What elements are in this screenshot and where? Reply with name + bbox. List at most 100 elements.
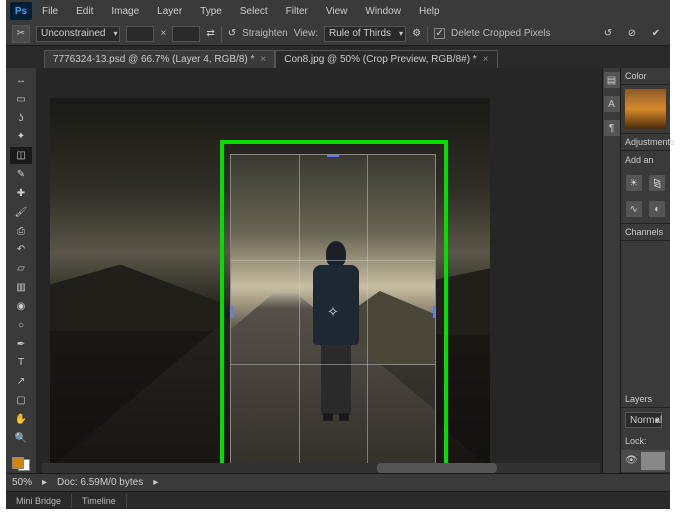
menu-image[interactable]: Image — [103, 3, 147, 20]
status-bar: 50% ▸ Doc: 6.59M/0 bytes ▸ — [6, 473, 670, 491]
crop-box[interactable]: ✧ — [230, 154, 436, 470]
adjustment-curves-icon[interactable]: ∿ — [626, 201, 642, 217]
wand-tool[interactable]: ✦ — [10, 128, 32, 145]
menu-bar: Ps File Edit Image Layer Type Select Fil… — [6, 0, 670, 22]
crop-handle-top-left[interactable] — [230, 154, 243, 167]
menu-edit[interactable]: Edit — [68, 3, 101, 20]
right-panel-dock: Color Adjustments Add an ☀ ⧎ ∿ ◐ Channel… — [620, 68, 670, 473]
crop-handle-right[interactable] — [433, 306, 436, 318]
layer-thumbnail[interactable] — [641, 452, 665, 470]
commit-crop-icon[interactable]: ✔ — [648, 26, 664, 42]
gradient-tool[interactable]: ▥ — [10, 279, 32, 296]
scrollbar-thumb[interactable] — [377, 463, 497, 473]
blur-tool[interactable]: ◉ — [10, 298, 32, 315]
canvas-area[interactable]: ✧ — [36, 68, 602, 473]
document-tab[interactable]: Con8.jpg @ 50% (Crop Preview, RGB/8#) * … — [275, 50, 497, 68]
menu-type[interactable]: Type — [192, 3, 230, 20]
eraser-tool[interactable]: ▱ — [10, 260, 32, 277]
adjustment-brightness-icon[interactable]: ☀ — [626, 175, 642, 191]
document-size[interactable]: Doc: 6.59M/0 bytes — [57, 477, 143, 488]
move-tool[interactable]: ↔ — [10, 72, 32, 89]
zoom-level[interactable]: 50% — [12, 477, 32, 488]
arrow-icon[interactable]: ▸ — [42, 477, 47, 488]
rule-of-thirds-line — [367, 155, 368, 469]
crop-tool[interactable]: ◫ — [10, 147, 32, 164]
hand-tool[interactable]: ✋ — [10, 411, 32, 428]
arrow-icon[interactable]: ▸ — [153, 477, 158, 488]
crop-handle-left[interactable] — [230, 306, 233, 318]
color-picker[interactable] — [625, 89, 666, 129]
tab-label: Con8.jpg @ 50% (Crop Preview, RGB/8#) * — [284, 54, 476, 65]
reset-icon[interactable]: ↺ — [228, 28, 236, 39]
swap-dimensions-button[interactable]: ⇄ — [206, 28, 214, 39]
rule-of-thirds-line — [231, 364, 435, 365]
rule-of-thirds-line — [231, 260, 435, 261]
delete-cropped-checkbox[interactable]: ✓ — [434, 28, 445, 39]
horizontal-scrollbar[interactable] — [42, 463, 600, 473]
overlay-dropdown[interactable]: Rule of Thirds — [324, 26, 406, 42]
overlay-settings-icon[interactable]: ⚙ — [412, 28, 421, 39]
rule-of-thirds-line — [299, 155, 300, 469]
pen-tool[interactable]: ✒ — [10, 336, 32, 353]
layer-row[interactable]: 👁 — [621, 450, 670, 473]
crop-center-icon: ✧ — [327, 304, 339, 321]
history-brush-tool[interactable]: ↶ — [10, 241, 32, 258]
adjustment-exposure-icon[interactable]: ◐ — [649, 201, 665, 217]
eyedropper-tool[interactable]: ✎ — [10, 166, 32, 183]
layers-panel-header[interactable]: Layers — [621, 391, 670, 408]
brush-tool[interactable]: 🖌 — [10, 204, 32, 221]
toolbox: ↔ ▭ ʖ ✦ ◫ ✎ ✚ 🖌 ⎙ ↶ ▱ ▥ ◉ ○ ✒ T ↗ ▢ ✋ 🔍 — [6, 68, 36, 473]
color-swatches[interactable] — [10, 455, 32, 474]
channels-panel-header[interactable]: Channels — [621, 224, 670, 241]
menu-layer[interactable]: Layer — [149, 3, 190, 20]
shape-tool[interactable]: ▢ — [10, 392, 32, 409]
crop-tool-icon[interactable]: ✂ — [12, 25, 30, 43]
color-panel-header[interactable]: Color — [621, 68, 670, 85]
menu-filter[interactable]: Filter — [278, 3, 316, 20]
dodge-tool[interactable]: ○ — [10, 317, 32, 334]
cancel-crop-icon[interactable]: ⊘ — [624, 26, 640, 42]
bottom-panel-tabs: Mini Bridge Timeline — [6, 491, 670, 509]
path-tool[interactable]: ↗ — [10, 373, 32, 390]
mini-bridge-tab[interactable]: Mini Bridge — [6, 494, 72, 508]
tab-label: 7776324-13.psd @ 66.7% (Layer 4, RGB/8) … — [53, 54, 254, 65]
type-tool[interactable]: T — [10, 354, 32, 371]
menu-window[interactable]: Window — [357, 3, 409, 20]
menu-file[interactable]: File — [34, 3, 66, 20]
options-bar: ✂ Unconstrained × ⇄ ↺ Straighten View: R… — [6, 22, 670, 46]
crop-handle-top[interactable] — [327, 154, 339, 157]
blend-mode-dropdown[interactable]: Normal — [625, 412, 662, 428]
straighten-button[interactable]: Straighten — [242, 28, 288, 39]
aspect-ratio-dropdown[interactable]: Unconstrained — [36, 26, 120, 42]
app-logo: Ps — [10, 2, 32, 20]
menu-view[interactable]: View — [318, 3, 356, 20]
reset-crop-icon[interactable]: ↺ — [600, 26, 616, 42]
crop-width-input[interactable] — [126, 26, 154, 42]
document-tab[interactable]: 7776324-13.psd @ 66.7% (Layer 4, RGB/8) … — [44, 50, 275, 68]
document-image: ✧ — [50, 98, 490, 468]
photoshop-window: Ps File Edit Image Layer Type Select Fil… — [6, 0, 670, 509]
menu-help[interactable]: Help — [411, 3, 448, 20]
stamp-tool[interactable]: ⎙ — [10, 223, 32, 240]
paragraph-panel-icon[interactable]: ¶ — [604, 120, 620, 136]
character-panel-icon[interactable]: A — [604, 96, 620, 112]
menu-select[interactable]: Select — [232, 3, 276, 20]
foreground-color-swatch[interactable] — [12, 457, 24, 469]
close-tab-icon[interactable]: × — [483, 54, 489, 65]
delete-cropped-label: Delete Cropped Pixels — [451, 28, 551, 39]
document-tab-bar: 7776324-13.psd @ 66.7% (Layer 4, RGB/8) … — [6, 46, 670, 68]
image-subject — [307, 241, 365, 413]
crop-handle-top-right[interactable] — [423, 154, 436, 167]
view-label: View: — [294, 28, 318, 39]
adjustments-panel-header[interactable]: Adjustments — [621, 134, 670, 151]
lasso-tool[interactable]: ʖ — [10, 110, 32, 127]
close-tab-icon[interactable]: × — [260, 54, 266, 65]
heal-tool[interactable]: ✚ — [10, 185, 32, 202]
layer-visibility-icon[interactable]: 👁 — [625, 455, 637, 467]
crop-height-input[interactable] — [172, 26, 200, 42]
zoom-tool[interactable]: 🔍 — [10, 430, 32, 447]
marquee-tool[interactable]: ▭ — [10, 91, 32, 108]
history-panel-icon[interactable]: ▤ — [604, 72, 620, 88]
adjustment-levels-icon[interactable]: ⧎ — [649, 175, 665, 191]
timeline-tab[interactable]: Timeline — [72, 494, 127, 508]
